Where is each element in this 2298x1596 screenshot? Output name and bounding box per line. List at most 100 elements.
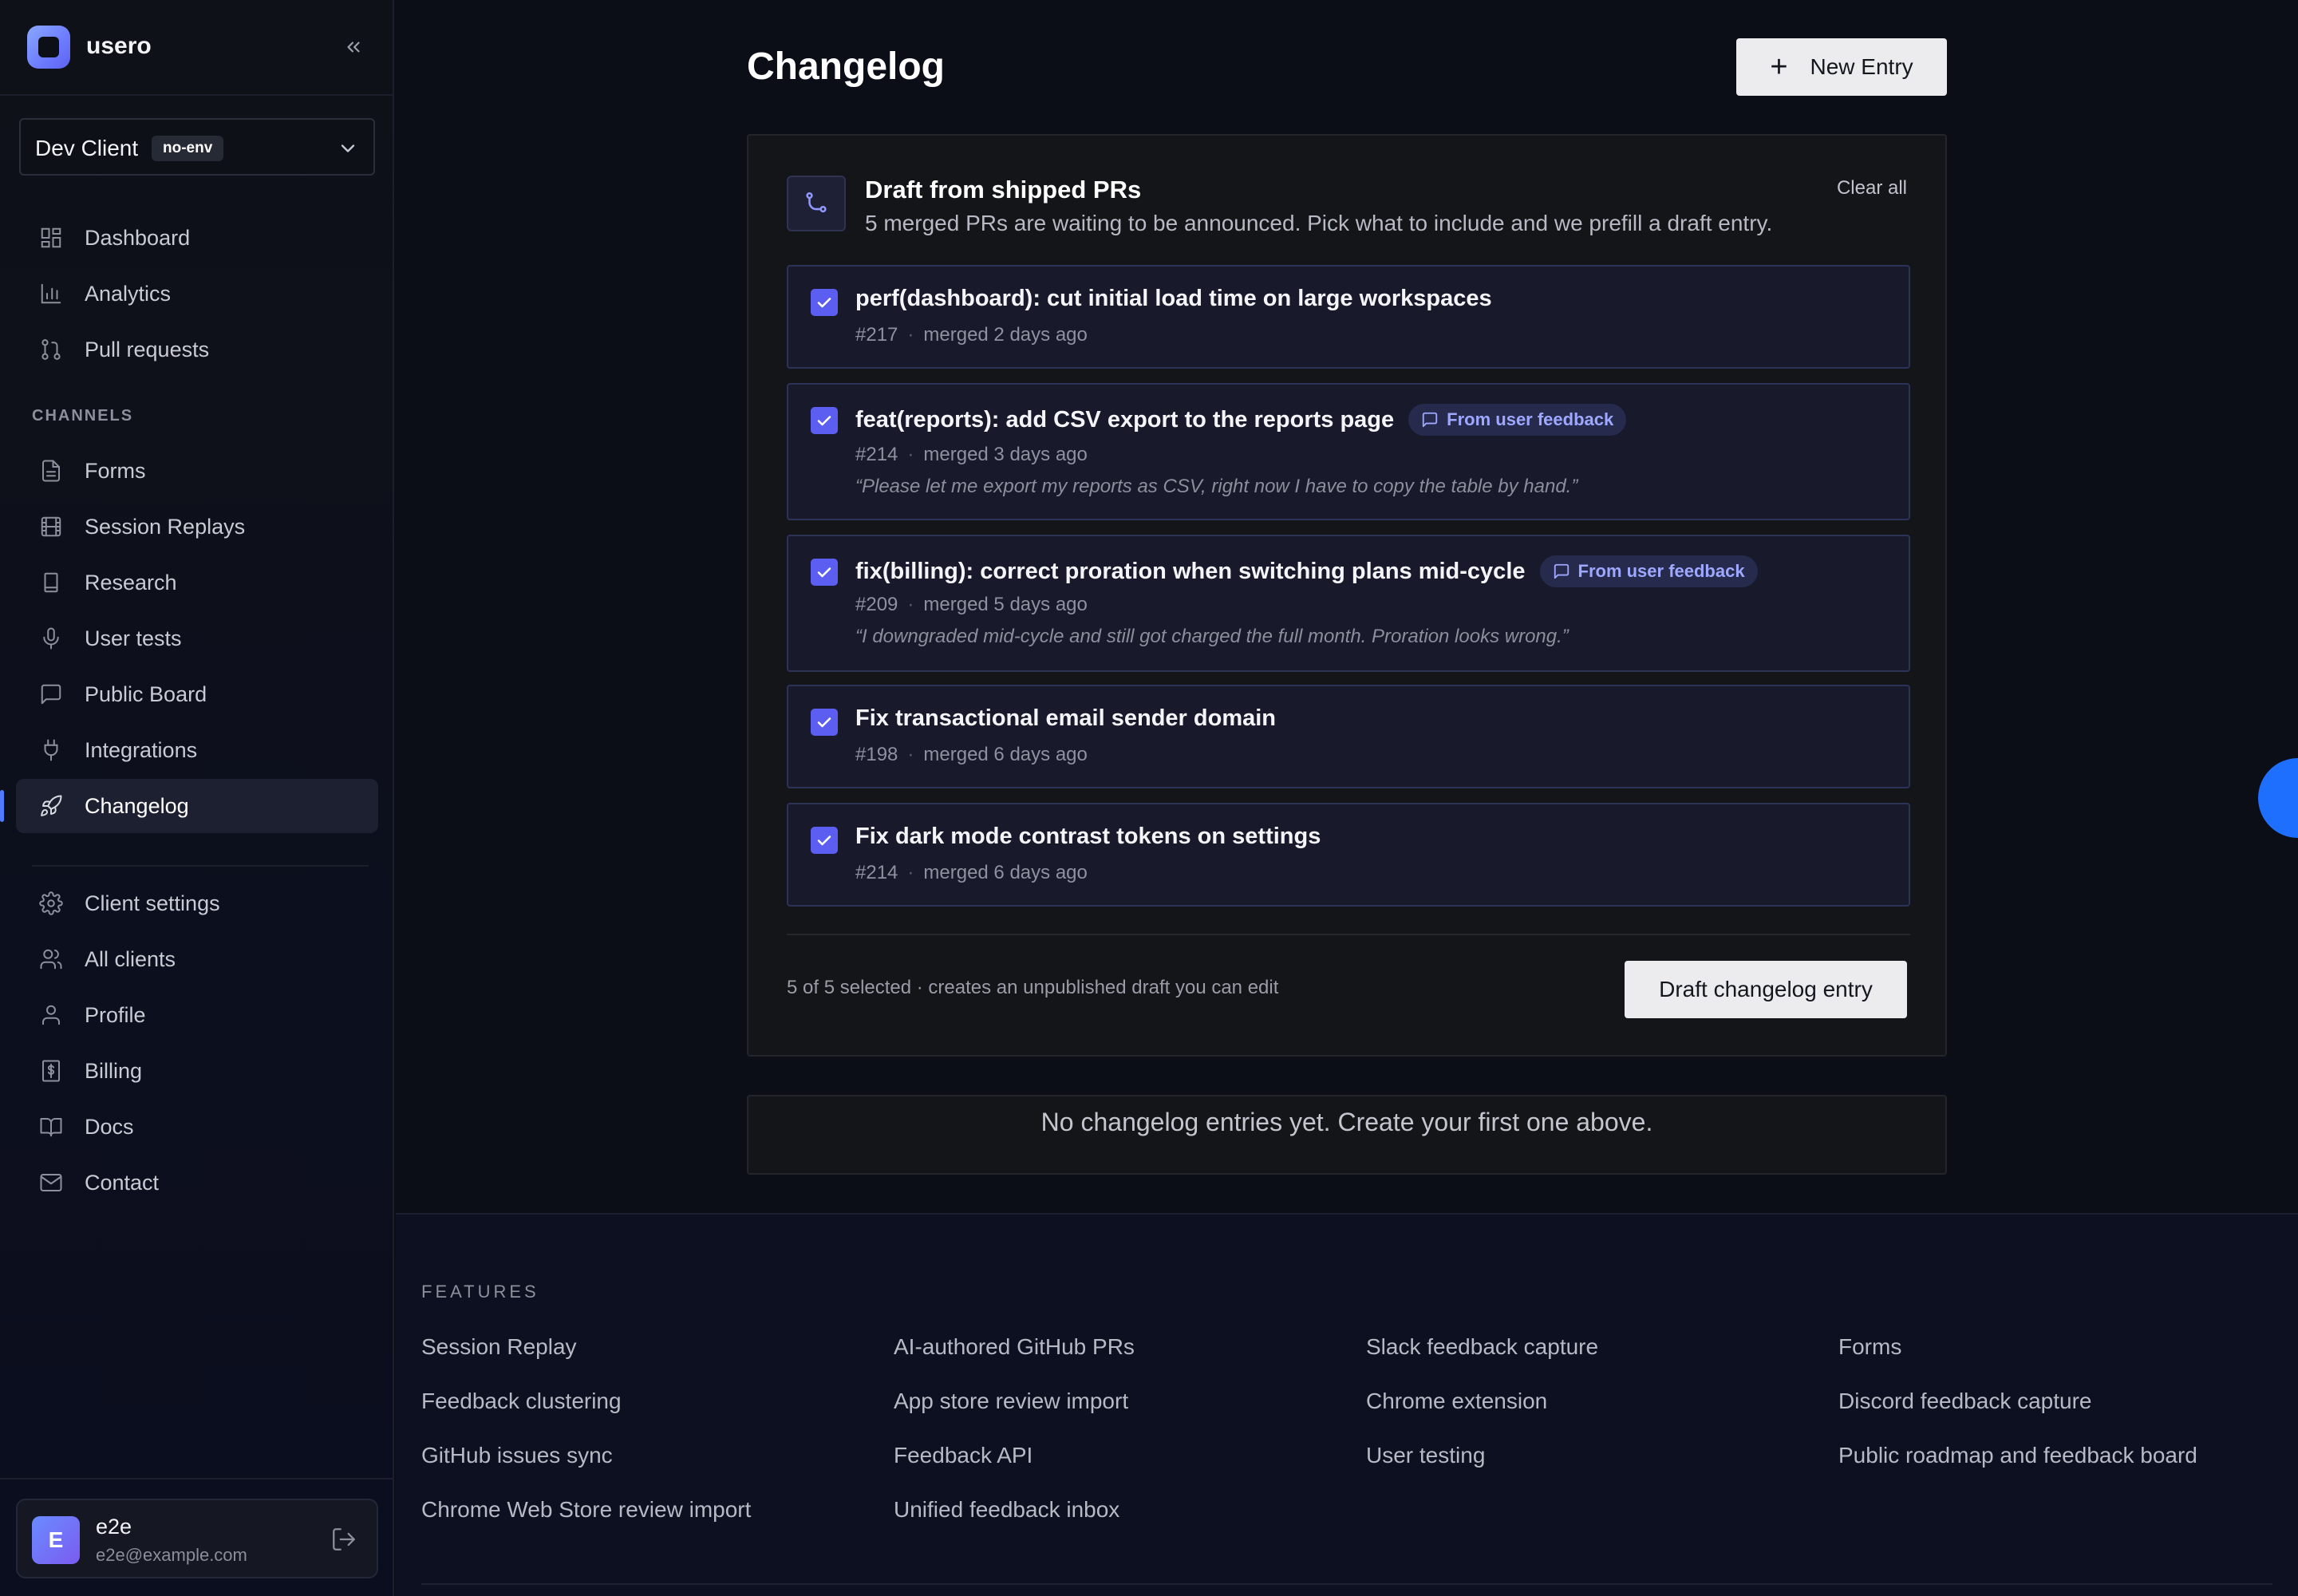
message-square-icon: [1554, 563, 1569, 579]
avatar: E: [32, 1516, 80, 1564]
sidebar-item-label: Forms: [85, 458, 146, 483]
pr-title: Fix dark mode contrast tokens on setting…: [855, 824, 1321, 849]
check-icon: [817, 836, 831, 846]
badge-label: From user feedback: [1577, 561, 1745, 581]
sidebar-item-docs[interactable]: Docs: [16, 1100, 378, 1154]
sidebar-item-forms[interactable]: Forms: [16, 444, 378, 498]
meta-separator: ·: [907, 444, 914, 465]
chevron-down-icon: [341, 144, 355, 152]
pr-title: fix(billing): correct proration when swi…: [855, 558, 1526, 584]
sidebar-item-label: All clients: [85, 946, 176, 971]
footer-link[interactable]: Feedback clustering: [421, 1389, 751, 1443]
sidebar-item-label: Pull requests: [85, 337, 210, 361]
draft-title: Draft from shipped PRs: [865, 176, 1142, 203]
gear-icon: [38, 891, 64, 916]
pr-title-row: fix(billing): correct proration when swi…: [855, 555, 1758, 587]
footer-link[interactable]: Chrome extension: [1366, 1389, 1598, 1443]
draft-changelog-entry-button[interactable]: Draft changelog entry: [1625, 961, 1907, 1018]
footer-link[interactable]: AI-authored GitHub PRs: [894, 1334, 1135, 1389]
mail-icon: [38, 1170, 64, 1195]
logout-button[interactable]: [330, 1526, 359, 1555]
collapse-sidebar-button[interactable]: [337, 30, 370, 64]
sidebar-item-billing[interactable]: Billing: [16, 1044, 378, 1098]
sidebar-item-changelog[interactable]: Changelog: [0, 779, 378, 833]
pr-item[interactable]: feat(reports): add CSV export to the rep…: [787, 383, 1910, 520]
sidebar-item-dashboard[interactable]: Dashboard: [16, 211, 378, 265]
sidebar-item-public-board[interactable]: Public Board: [16, 667, 378, 721]
footer-link[interactable]: Forms: [1838, 1334, 2197, 1389]
pr-checkbox[interactable]: [811, 407, 838, 434]
message-square-icon: [38, 681, 64, 707]
client-name: Dev Client: [35, 136, 139, 160]
pr-item[interactable]: perf(dashboard): cut initial load time o…: [787, 265, 1910, 369]
page-title: Changelog: [747, 45, 945, 88]
dollar-icon: [38, 1058, 64, 1084]
new-entry-button[interactable]: + New Entry: [1736, 38, 1947, 96]
user-name: e2e: [96, 1515, 132, 1539]
sidebar-item-label: Billing: [85, 1058, 143, 1083]
pr-checkbox[interactable]: [811, 827, 838, 854]
badge-label: From user feedback: [1447, 409, 1614, 429]
check-icon: [817, 717, 831, 728]
pr-item[interactable]: fix(billing): correct proration when swi…: [787, 535, 1910, 672]
user-email: e2e@example.com: [96, 1545, 247, 1565]
footer-link[interactable]: User testing: [1366, 1443, 1598, 1497]
pr-checkbox[interactable]: [811, 289, 838, 316]
pr-title-row: perf(dashboard): cut initial load time o…: [855, 286, 1492, 312]
pr-item[interactable]: Fix transactional email sender domain #1…: [787, 685, 1910, 788]
footer-link[interactable]: Slack feedback capture: [1366, 1334, 1598, 1389]
sidebar-item-analytics[interactable]: Analytics: [16, 267, 378, 321]
pr-meta: #214 · merged 3 days ago: [855, 444, 1088, 466]
footer-link[interactable]: Public roadmap and feedback board: [1838, 1443, 2197, 1497]
footer-link[interactable]: Chrome Web Store review import: [421, 1497, 751, 1551]
user-card[interactable]: E e2e e2e@example.com: [16, 1499, 378, 1578]
sidebar-item-contact[interactable]: Contact: [16, 1156, 378, 1210]
footer-link[interactable]: Session Replay: [421, 1334, 751, 1389]
pr-merged-time: merged 2 days ago: [923, 324, 1088, 346]
sidebar-item-user-tests[interactable]: User tests: [16, 611, 378, 666]
pr-title-row: feat(reports): add CSV export to the rep…: [855, 404, 1627, 436]
pr-title: Fix transactional email sender domain: [855, 705, 1276, 731]
footer-link[interactable]: Feedback API: [894, 1443, 1135, 1497]
pr-meta: #209 · merged 5 days ago: [855, 594, 1088, 616]
draft-subtitle: 5 merged PRs are waiting to be announced…: [865, 211, 1773, 235]
clear-all-button[interactable]: Clear all: [1837, 177, 1907, 200]
footer-column: AI-authored GitHub PRs App store review …: [894, 1334, 1135, 1551]
pr-title: feat(reports): add CSV export to the rep…: [855, 406, 1395, 433]
sidebar-item-label: Session Replays: [85, 514, 246, 539]
footer-link[interactable]: Discord feedback capture: [1838, 1389, 2197, 1443]
pr-title-row: Fix transactional email sender domain: [855, 705, 1276, 732]
sidebar-item-label: Docs: [85, 1114, 134, 1139]
sidebar-divider: [0, 1478, 393, 1479]
client-selector[interactable]: Dev Client no-env: [19, 118, 375, 176]
sidebar-item-all-clients[interactable]: All clients: [16, 932, 378, 986]
check-icon: [817, 567, 831, 578]
primary-nav: Dashboard Analytics Pull requests: [16, 211, 378, 378]
document-icon: [38, 458, 64, 484]
sidebar-item-integrations[interactable]: Integrations: [16, 723, 378, 777]
active-indicator: [0, 790, 4, 822]
footer-link[interactable]: App store review import: [894, 1389, 1135, 1443]
app-name: usero: [86, 33, 152, 59]
pr-merged-time: merged 3 days ago: [923, 444, 1088, 465]
pr-merged-time: merged 6 days ago: [923, 862, 1088, 883]
empty-state-text: No changelog entries yet. Create your fi…: [1040, 1108, 1653, 1136]
footer-link[interactable]: GitHub issues sync: [421, 1443, 751, 1497]
users-icon: [38, 946, 64, 972]
sidebar-item-pull-requests[interactable]: Pull requests: [16, 322, 378, 377]
sidebar-item-research[interactable]: Research: [16, 555, 378, 610]
sidebar-item-label: Research: [85, 570, 177, 595]
sidebar-item-client-settings[interactable]: Client settings: [16, 876, 378, 930]
pr-checkbox[interactable]: [811, 559, 838, 586]
sidebar-item-label: User tests: [85, 626, 182, 650]
sidebar-item-profile[interactable]: Profile: [16, 988, 378, 1042]
footer-column: Forms Discord feedback capture Public ro…: [1838, 1334, 2197, 1497]
pr-checkbox[interactable]: [811, 709, 838, 736]
floating-chat-button[interactable]: [2258, 758, 2298, 838]
footer-link[interactable]: Unified feedback inbox: [894, 1497, 1135, 1551]
meta-separator: ·: [907, 324, 914, 346]
new-entry-label: New Entry: [1810, 54, 1913, 79]
pr-item[interactable]: Fix dark mode contrast tokens on setting…: [787, 803, 1910, 907]
sidebar-item-session-replays[interactable]: Session Replays: [16, 500, 378, 554]
meta-separator: ·: [907, 594, 914, 615]
